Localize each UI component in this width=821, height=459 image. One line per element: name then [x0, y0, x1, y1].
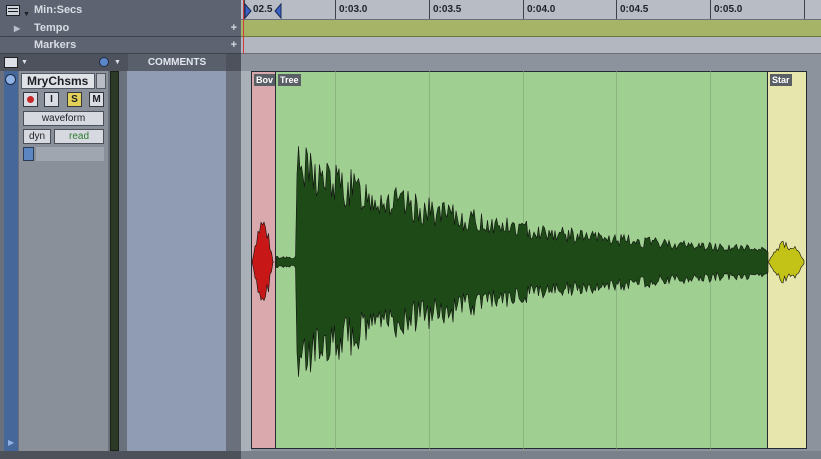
selection-markers-icon[interactable]	[241, 2, 289, 20]
track-menu-button[interactable]	[96, 73, 106, 89]
waveform	[251, 146, 805, 377]
clock-icon[interactable]	[99, 57, 109, 67]
tempo-ruler[interactable]	[241, 20, 821, 37]
track-controls: ▶ MryChsms I S M waveform dyn read	[0, 71, 241, 459]
tempo-row[interactable]: ▶ Tempo +	[0, 20, 241, 37]
markers-ruler[interactable]	[241, 37, 821, 54]
waveform-tree	[275, 146, 769, 377]
playlist-edge	[807, 71, 821, 451]
view-selector[interactable]: waveform	[23, 111, 104, 126]
level-meter	[110, 71, 119, 451]
playhead-line	[243, 0, 244, 54]
track-select-icon[interactable]	[5, 74, 16, 85]
dyn-button[interactable]: dyn	[23, 129, 51, 144]
tempo-label: Tempo	[34, 22, 70, 34]
comments-field[interactable]	[127, 71, 226, 451]
waveform-star	[767, 240, 805, 284]
track-color-strip[interactable]: ▶	[4, 71, 18, 451]
chevron-down-icon[interactable]: ▼	[114, 59, 121, 66]
record-button[interactable]	[23, 92, 38, 107]
chevron-down-icon[interactable]: ▼	[21, 59, 28, 66]
add-marker-button[interactable]: +	[231, 37, 237, 54]
columns-icon[interactable]	[4, 57, 18, 68]
ruler-tick	[523, 0, 524, 19]
ruler-tick-label: 0:04.0	[527, 4, 556, 15]
markers-row[interactable]: Markers +	[0, 37, 241, 54]
ruler-tick-label: 0:05.0	[714, 4, 743, 15]
automation-icon[interactable]	[23, 147, 34, 161]
hamburger-icon[interactable]	[6, 5, 20, 16]
play-icon[interactable]: ▶	[8, 438, 14, 447]
automation-mode-selector[interactable]: read	[54, 129, 104, 144]
header-spacer	[241, 54, 821, 71]
timeline-ruler[interactable]: 02.5 0:03.0 0:03.5 0:04.0 0:04.5 0:05.0	[241, 0, 821, 20]
track-panel: MryChsms I S M waveform dyn read	[19, 71, 108, 451]
solo-button[interactable]: S	[67, 92, 82, 107]
expand-triangle-icon[interactable]: ▶	[14, 20, 20, 37]
markers-label: Markers	[34, 39, 77, 51]
ruler-tick-label: 0:03.5	[433, 4, 462, 15]
ruler-tick-label: 0:04.5	[620, 4, 649, 15]
scroll-strip	[0, 451, 241, 459]
ruler-tick	[710, 0, 711, 19]
ruler-tick-label: 0:03.0	[339, 4, 368, 15]
timebase-row[interactable]: ▼ Min:Secs	[0, 2, 241, 19]
waveform-bov	[251, 221, 275, 302]
bottom-scroll[interactable]	[241, 451, 821, 459]
mute-button[interactable]: M	[89, 92, 104, 107]
add-tempo-button[interactable]: +	[231, 20, 237, 37]
ruler-tick	[429, 0, 430, 19]
track-name-field[interactable]: MryChsms	[21, 73, 95, 89]
ruler-tick	[616, 0, 617, 19]
view-selector-value: waveform	[41, 113, 86, 124]
ruler-tick	[804, 0, 805, 19]
comments-column-header: COMMENTS	[128, 54, 226, 71]
ruler-tick	[335, 0, 336, 19]
input-monitor-button[interactable]: I	[44, 92, 59, 107]
playlist-area[interactable]: Bov Tree Star	[241, 71, 821, 459]
automation-lane-field[interactable]	[36, 147, 104, 161]
ruler-labels-panel: ▼ Min:Secs ▶ Tempo + Markers +	[0, 0, 241, 54]
timebase-label: Min:Secs	[34, 4, 83, 16]
edit-header: ▼ ▼ COMMENTS	[0, 54, 241, 71]
automation-mode-value: read	[68, 131, 89, 142]
